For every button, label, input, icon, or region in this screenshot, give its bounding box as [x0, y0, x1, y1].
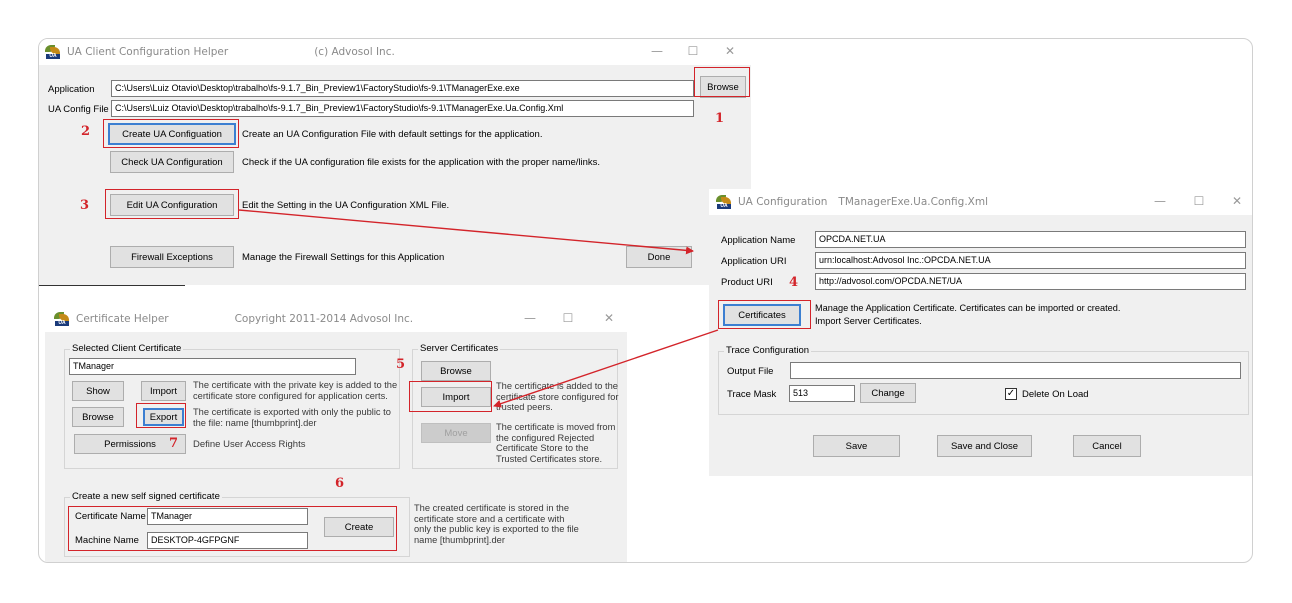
- ua-config-title: UA Configuration: [738, 196, 828, 208]
- permissions-desc: Define User Access Rights: [193, 439, 306, 450]
- application-label: Application: [48, 84, 95, 95]
- certificates-desc-2: Import Server Certificates.: [815, 316, 922, 326]
- annotation-number-3: 3: [80, 198, 90, 213]
- app-uri-field[interactable]: urn:localhost:Advosol Inc.:OPCDA.NET.UA: [815, 252, 1246, 269]
- annotation-box-new-cert: [68, 506, 397, 551]
- firewall-exceptions-desc: Manage the Firewall Settings for this Ap…: [242, 252, 445, 263]
- ua-helper-title: UA Client Configuration Helper: [67, 46, 229, 58]
- delete-on-load-checkbox[interactable]: ✓: [1005, 388, 1017, 400]
- edit-ua-config-desc: Edit the Setting in the UA Configuration…: [242, 200, 450, 211]
- delete-on-load-label: Delete On Load: [1022, 389, 1089, 400]
- trace-config-title: Trace Configuration: [724, 345, 812, 356]
- ua-config-filename: TManagerExe.Ua.Config.Xml: [838, 196, 989, 208]
- selected-client-cert-title: Selected Client Certificate: [70, 343, 184, 354]
- create-ua-config-desc: Create an UA Configuration File with def…: [242, 129, 543, 140]
- annotation-number-4: 4: [789, 275, 799, 290]
- annotation-box-create: [103, 119, 239, 148]
- ua-config-titlebar: UA UA Configuration TManagerExe.Ua.Confi…: [709, 189, 1252, 215]
- annotation-number-1: 1: [715, 111, 725, 126]
- new-cert-title: Create a new self signed certificate: [70, 491, 222, 502]
- create-cert-desc: The created certificate is stored in the…: [414, 503, 579, 545]
- annotation-number-6: 6: [335, 476, 345, 491]
- export-desc: The certificate is exported with only th…: [193, 407, 391, 428]
- output-file-field[interactable]: [790, 362, 1241, 379]
- annotation-box-browse: [694, 67, 750, 97]
- config-file-label: UA Config File: [48, 104, 109, 115]
- trace-mask-field[interactable]: 513: [789, 385, 855, 402]
- ua-helper-titlebar: UA UA Client Configuration Helper (c) Ad…: [39, 39, 751, 65]
- app-name-label: Application Name: [721, 235, 796, 246]
- browse-cert-button[interactable]: Browse: [72, 407, 124, 427]
- ua-helper-window: UA UA Client Configuration Helper (c) Ad…: [39, 39, 751, 285]
- product-uri-label: Product URI: [721, 277, 773, 288]
- maximize-icon[interactable]: ☐: [676, 39, 710, 65]
- ua-helper-copyright: (c) Advosol Inc.: [314, 46, 395, 58]
- close-icon[interactable]: ✕: [592, 306, 626, 332]
- minimize-icon[interactable]: —: [513, 306, 547, 332]
- app-icon: UA: [45, 45, 61, 59]
- selected-cert-field[interactable]: TManager: [69, 358, 356, 375]
- annotation-box-edit: [105, 189, 239, 219]
- close-icon[interactable]: ✕: [1220, 189, 1252, 215]
- move-button[interactable]: Move: [421, 423, 491, 443]
- cancel-button[interactable]: Cancel: [1073, 435, 1141, 457]
- trace-config-group: Trace Configuration: [718, 345, 1249, 415]
- check-ua-config-button[interactable]: Check UA Configuration: [110, 151, 234, 173]
- annotation-box-certificates: [718, 300, 811, 329]
- change-button[interactable]: Change: [860, 383, 916, 403]
- window-divider: [39, 285, 185, 286]
- config-file-field[interactable]: C:\Users\Luiz Otavio\Desktop\trabalho\fs…: [111, 100, 694, 117]
- app-uri-label: Application URI: [721, 256, 787, 267]
- check-ua-config-desc: Check if the UA configuration file exist…: [242, 157, 601, 168]
- product-uri-field[interactable]: http://advosol.com/OPCDA.NET/UA: [815, 273, 1246, 290]
- trace-mask-label: Trace Mask: [727, 389, 777, 400]
- minimize-icon[interactable]: —: [1143, 189, 1177, 215]
- maximize-icon[interactable]: ☐: [551, 306, 585, 332]
- server-certs-title: Server Certificates: [418, 343, 501, 354]
- app-icon: UA: [716, 195, 732, 209]
- annotation-number-2: 2: [81, 124, 91, 139]
- server-browse-button[interactable]: Browse: [421, 361, 491, 381]
- firewall-exceptions-button[interactable]: Firewall Exceptions: [110, 246, 234, 268]
- cert-helper-copyright: Copyright 2011-2014 Advosol Inc.: [234, 313, 414, 325]
- annotation-number-7: 7: [169, 436, 179, 451]
- certificates-desc-1: Manage the Application Certificate. Cert…: [815, 303, 1121, 313]
- save-button[interactable]: Save: [813, 435, 900, 457]
- close-icon[interactable]: ✕: [713, 39, 747, 65]
- maximize-icon[interactable]: ☐: [1182, 189, 1216, 215]
- show-button[interactable]: Show: [72, 381, 124, 401]
- move-desc: The certificate is moved from the config…: [496, 422, 616, 464]
- server-import-desc: The certificate is added to the certific…: [496, 381, 619, 412]
- import-desc: The certificate with the private key is …: [193, 380, 398, 401]
- cert-helper-titlebar: UA Certificate Helper Copyright 2011-201…: [45, 306, 627, 332]
- ua-config-window: UA UA Configuration TManagerExe.Ua.Confi…: [709, 189, 1252, 476]
- app-icon: UA: [54, 312, 70, 326]
- screenshot-frame: UA UA Client Configuration Helper (c) Ad…: [38, 38, 1253, 563]
- minimize-icon[interactable]: —: [640, 39, 674, 65]
- annotation-number-5: 5: [396, 357, 406, 372]
- app-name-field[interactable]: OPCDA.NET.UA: [815, 231, 1246, 248]
- output-file-label: Output File: [727, 366, 774, 377]
- done-button[interactable]: Done: [626, 246, 692, 268]
- application-field[interactable]: C:\Users\Luiz Otavio\Desktop\trabalho\fs…: [111, 80, 694, 97]
- annotation-box-server-import: [409, 381, 492, 412]
- annotation-box-export: [136, 403, 186, 428]
- cert-helper-title: Certificate Helper: [76, 313, 169, 325]
- save-and-close-button[interactable]: Save and Close: [937, 435, 1032, 457]
- import-button[interactable]: Import: [141, 381, 186, 401]
